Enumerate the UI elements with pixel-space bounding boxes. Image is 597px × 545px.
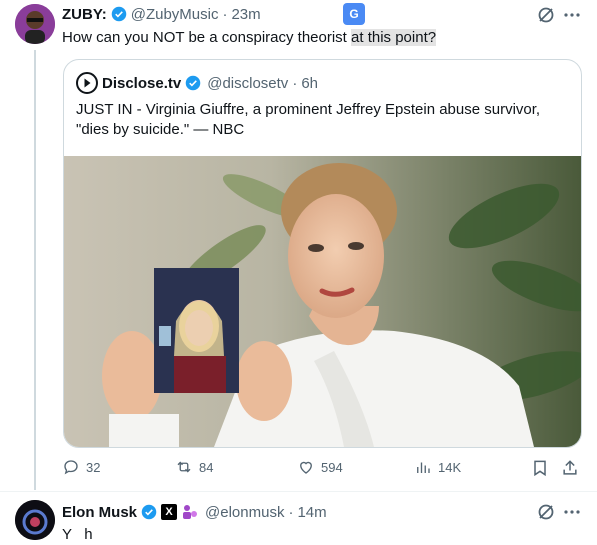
bookmark-icon[interactable]	[530, 458, 550, 478]
like-count: 594	[321, 459, 343, 475]
affiliate-icon	[183, 505, 198, 519]
author-handle[interactable]: @ZubyMusic	[131, 6, 219, 23]
share-icon[interactable]	[560, 458, 580, 478]
repost-icon	[177, 461, 191, 473]
reply-button[interactable]: 32	[62, 458, 100, 476]
avatar-image	[15, 4, 55, 44]
reply-count: 32	[86, 459, 101, 475]
views-count: 14K	[438, 459, 462, 475]
dot-separator: ·	[292, 74, 298, 92]
dot-separator: ·	[222, 5, 228, 23]
x-logo-icon: X	[161, 504, 178, 520]
verified-badge-icon	[141, 504, 157, 520]
tweet-actions: 32 84 594 14K	[60, 458, 585, 482]
quote-photo[interactable]	[64, 156, 581, 447]
tweet-text-main: How can you NOT be a conspiracy theorist	[62, 29, 352, 46]
views-button[interactable]: 14K	[414, 458, 461, 476]
repost-count: 84	[199, 459, 214, 475]
repost-button[interactable]: 84	[175, 458, 213, 476]
quote-author-name[interactable]: Disclose.tv	[102, 75, 181, 92]
quote-author-handle[interactable]: @disclosetv	[207, 75, 288, 92]
quote-time[interactable]: 6h	[301, 75, 318, 92]
reply-author-name[interactable]: Elon Musk	[62, 504, 137, 521]
translate-icon[interactable]: G	[343, 3, 365, 25]
more-icon[interactable]	[562, 502, 582, 522]
author-name[interactable]: ZUBY:	[62, 6, 107, 23]
tweet-time[interactable]: 23m	[231, 6, 260, 23]
photo-image	[64, 156, 581, 447]
reply-text: Y h	[62, 526, 93, 543]
like-button[interactable]: 594	[297, 458, 343, 476]
tweet-header: ZUBY: @ZubyMusic · 23m	[62, 4, 261, 24]
tweet-text-highlight: at this point?	[351, 29, 437, 46]
verified-badge-icon	[185, 75, 201, 91]
more-icon[interactable]	[562, 5, 582, 25]
reply-icon	[64, 460, 78, 475]
reply-time[interactable]: 14m	[297, 504, 326, 521]
tweet-text: How can you NOT be a conspiracy theorist…	[62, 28, 437, 48]
views-icon	[417, 462, 430, 473]
thread-connector	[34, 50, 36, 490]
grok-icon[interactable]	[536, 5, 556, 25]
avatar-elon[interactable]	[15, 500, 55, 540]
quoted-tweet[interactable]: Disclose.tv @disclosetv · 6h JUST IN - V…	[63, 59, 582, 448]
reply-author-handle[interactable]: @elonmusk	[205, 504, 284, 521]
tweet-divider	[0, 491, 597, 492]
like-icon	[300, 461, 312, 474]
verified-badge-icon	[111, 6, 126, 22]
reply-header: Elon Musk X @elonmusk · 14m	[62, 502, 327, 522]
disclose-logo-icon	[76, 72, 98, 94]
dot-separator: ·	[288, 503, 294, 521]
quote-text: JUST IN - Virginia Giuffre, a prominent …	[76, 101, 541, 138]
avatar-image	[15, 500, 55, 540]
quote-header: Disclose.tv @disclosetv · 6h	[76, 72, 318, 94]
avatar-zuby[interactable]	[15, 4, 55, 44]
grok-icon[interactable]	[536, 502, 556, 522]
